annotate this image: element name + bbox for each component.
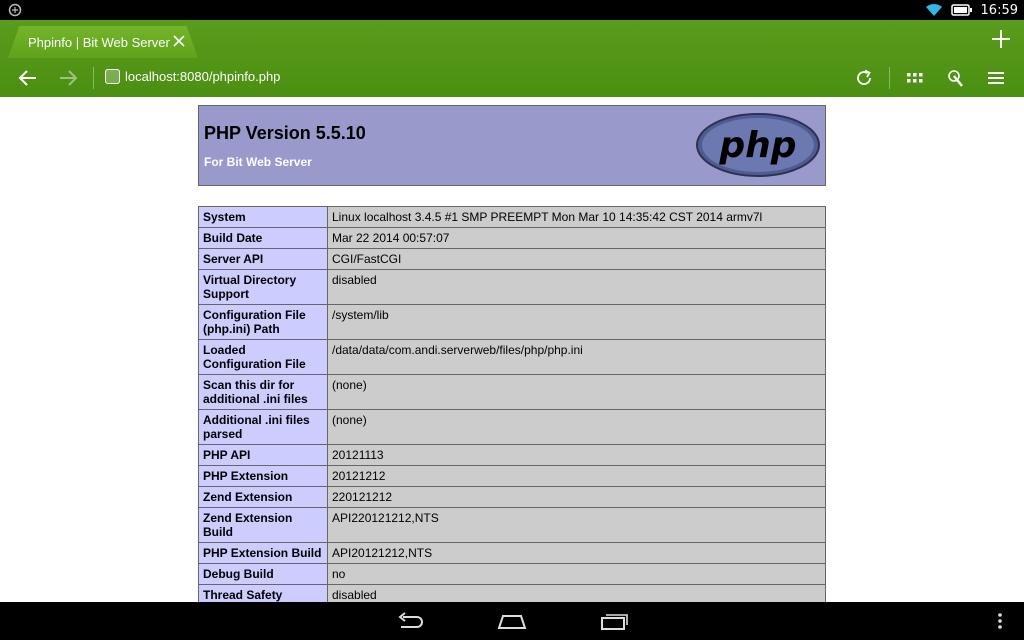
table-row: Build Date Mar 22 2014 00:57:07 xyxy=(198,227,826,249)
row-key: Server API xyxy=(198,248,328,270)
menu-icon xyxy=(988,72,1004,84)
table-row: Scan this dir for additional .ini files(… xyxy=(198,374,826,410)
page-content[interactable]: PHP Version 5.5.10 For Bit Web Server ph… xyxy=(0,97,1024,602)
row-value: Mar 22 2014 00:57:07 xyxy=(327,227,826,249)
browser-chrome: Phpinfo | Bit Web Server localhost:8080/… xyxy=(0,20,1024,97)
row-key: PHP Extension Build xyxy=(198,542,328,564)
row-value: disabled xyxy=(327,269,826,305)
row-key: Scan this dir for additional .ini files xyxy=(198,374,328,410)
row-key: Loaded Configuration File xyxy=(198,339,328,375)
table-row: Additional .ini files parsed (none) xyxy=(198,409,826,445)
table-row: PHP Extension Build API20121212,NTS xyxy=(198,542,826,564)
notification-icon xyxy=(8,3,22,17)
menu-button[interactable] xyxy=(983,65,1009,91)
page-subtitle: For Bit Web Server xyxy=(204,155,312,169)
row-value: 20121212 xyxy=(327,465,826,487)
tab-phpinfo[interactable]: Phpinfo | Bit Web Server xyxy=(8,26,198,58)
overflow-icon xyxy=(998,613,1002,629)
php-logo: php xyxy=(696,113,820,177)
row-key: Zend Extension Build xyxy=(198,507,328,543)
toolbar: localhost:8080/phpinfo.php xyxy=(0,58,1024,97)
row-value: (none) xyxy=(327,409,826,445)
row-value: 220121212 xyxy=(327,486,826,508)
table-row: Server API CGI/FastCGI xyxy=(198,248,826,270)
row-key: Zend Extension xyxy=(198,486,328,508)
row-value: API220121212,NTS xyxy=(327,507,826,543)
table-row: Virtual Directory Support disabled xyxy=(198,269,826,305)
table-row: Zend Extension Build API220121212,NTS xyxy=(198,507,826,543)
nav-bar xyxy=(0,602,1024,640)
close-icon[interactable] xyxy=(172,34,186,48)
row-key: Thread Safety xyxy=(198,584,328,602)
row-key: Build Date xyxy=(198,227,328,249)
row-key: Additional .ini files parsed xyxy=(198,409,328,445)
toolbar-divider xyxy=(93,67,94,89)
row-value: API20121212,NTS xyxy=(327,542,826,564)
table-row: Zend Extension 220121212 xyxy=(198,486,826,508)
toolbar-divider xyxy=(889,67,890,89)
table-row: PHP Extension 20121212 xyxy=(198,465,826,487)
tab-strip: Phpinfo | Bit Web Server xyxy=(0,20,1024,58)
tab-title: Phpinfo | Bit Web Server xyxy=(28,34,170,50)
forward-button[interactable] xyxy=(55,65,81,91)
table-row: Debug Build no xyxy=(198,563,826,585)
php-logo-text: php xyxy=(718,125,796,166)
plus-icon[interactable] xyxy=(990,28,1012,50)
info-table: System Linux localhost 3.4.5 #1 SMP PREEM… xyxy=(198,206,826,602)
recents-nav-button[interactable] xyxy=(599,610,629,632)
page-icon xyxy=(105,69,120,84)
touch-button[interactable] xyxy=(943,65,969,91)
table-row: PHP API 20121113 xyxy=(198,444,826,466)
table-row: Configuration File (php.ini) Path/system… xyxy=(198,304,826,340)
table-row: Thread Safety disabled xyxy=(198,584,826,602)
forward-icon xyxy=(60,70,78,86)
row-value: 20121113 xyxy=(327,444,826,466)
row-value: /system/lib xyxy=(327,304,826,340)
touch-icon xyxy=(948,70,963,87)
reload-icon xyxy=(857,69,871,85)
battery-icon xyxy=(950,4,972,16)
back-nav-icon xyxy=(398,612,423,628)
page-title: PHP Version 5.5.10 xyxy=(204,123,366,143)
table-row: Loaded Configuration File/data/data/com.… xyxy=(198,339,826,375)
overflow-button[interactable] xyxy=(990,610,1010,632)
row-value: disabled xyxy=(327,584,826,602)
wifi-icon xyxy=(925,3,942,17)
row-key: Debug Build xyxy=(198,563,328,585)
back-button[interactable] xyxy=(15,65,41,91)
row-key: System xyxy=(198,206,328,228)
table-row: System Linux localhost 3.4.5 #1 SMP PREEM… xyxy=(198,206,826,228)
url-bar[interactable]: localhost:8080/phpinfo.php xyxy=(125,69,280,84)
row-key: Configuration File (php.ini) Path xyxy=(198,304,328,340)
recents-nav-icon xyxy=(601,614,628,630)
apps-button[interactable] xyxy=(902,65,928,91)
reload-button[interactable] xyxy=(851,65,877,91)
row-key: PHP API xyxy=(198,444,328,466)
row-value: (none) xyxy=(327,374,826,410)
home-nav-icon xyxy=(497,615,527,629)
php-header: PHP Version 5.5.10 For Bit Web Server ph… xyxy=(198,105,826,186)
row-key: Virtual Directory Support xyxy=(198,269,328,305)
row-value: Linux localhost 3.4.5 #1 SMP PREEMPT Mon… xyxy=(327,206,826,228)
status-bar: 16:59 xyxy=(0,0,1024,20)
row-value: no xyxy=(327,563,826,585)
apps-grid-icon xyxy=(907,73,923,83)
home-nav-button[interactable] xyxy=(497,610,527,632)
clock: 16:59 xyxy=(980,2,1018,18)
back-icon xyxy=(18,70,36,86)
row-key: PHP Extension xyxy=(198,465,328,487)
row-value: /data/data/com.andi.serverweb/files/php/… xyxy=(327,339,826,375)
back-nav-button[interactable] xyxy=(395,610,425,632)
row-value: CGI/FastCGI xyxy=(327,248,826,270)
